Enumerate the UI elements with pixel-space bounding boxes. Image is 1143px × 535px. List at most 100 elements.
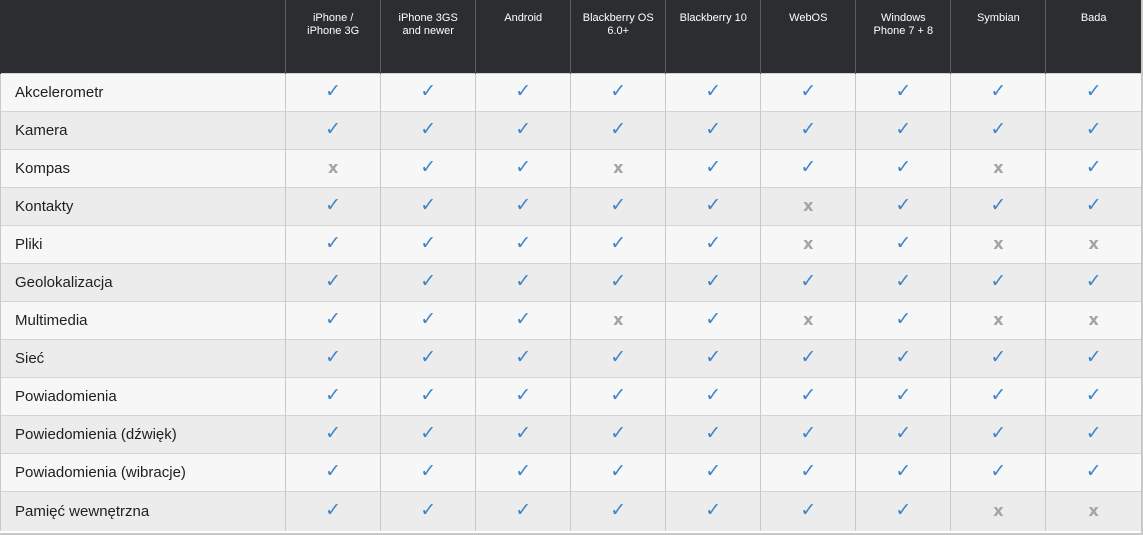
support-cell: ✓ xyxy=(760,262,856,301)
cross-icon: x xyxy=(993,500,1004,520)
checkmark-icon: ✓ xyxy=(990,422,1007,444)
checkmark-icon: ✓ xyxy=(325,499,342,521)
checkmark-icon: ✓ xyxy=(610,232,627,254)
checkmark-icon: ✓ xyxy=(610,270,627,292)
checkmark-icon: ✓ xyxy=(515,460,532,482)
column-header-blackberry-10: Blackberry 10 xyxy=(665,0,761,73)
support-cell: ✓ xyxy=(950,72,1046,111)
support-cell: ✓ xyxy=(475,224,571,263)
support-cell: ✓ xyxy=(570,452,666,491)
checkmark-icon: ✓ xyxy=(895,460,912,482)
cross-icon: x xyxy=(1088,233,1099,253)
checkmark-icon: ✓ xyxy=(705,232,722,254)
support-cell: ✓ xyxy=(665,300,761,339)
support-cell: ✓ xyxy=(760,490,856,531)
checkmark-icon: ✓ xyxy=(800,118,817,140)
checkmark-icon: ✓ xyxy=(420,346,437,368)
table-row: Kontakty ✓ ✓ ✓ ✓ ✓ x ✓ ✓ ✓ xyxy=(0,186,1141,225)
checkmark-icon: ✓ xyxy=(800,460,817,482)
table-row: Powiadomienia ✓ ✓ ✓ ✓ ✓ ✓ ✓ ✓ ✓ xyxy=(0,376,1141,415)
checkmark-icon: ✓ xyxy=(420,270,437,292)
support-cell: ✓ xyxy=(855,338,951,377)
column-header-iphone-iphone-3g: iPhone / iPhone 3G xyxy=(285,0,381,73)
table-row: Pamięć wewnętrzna ✓ ✓ ✓ ✓ ✓ ✓ ✓ x x xyxy=(0,490,1141,531)
support-cell: ✓ xyxy=(475,110,571,149)
support-cell: ✓ xyxy=(855,262,951,301)
support-cell: ✓ xyxy=(285,72,381,111)
support-cell: ✓ xyxy=(950,338,1046,377)
support-cell: ✓ xyxy=(475,414,571,453)
support-cell: ✓ xyxy=(380,224,476,263)
cross-icon: x xyxy=(327,157,339,177)
checkmark-icon: ✓ xyxy=(420,308,437,330)
column-header-webos: WebOS xyxy=(760,0,856,73)
support-cell: ✓ xyxy=(1045,110,1141,149)
support-cell: ✓ xyxy=(1045,186,1141,225)
support-cell: ✓ xyxy=(570,224,666,263)
support-cell: ✓ xyxy=(760,452,856,491)
checkmark-icon: ✓ xyxy=(705,118,722,140)
checkmark-icon: ✓ xyxy=(610,499,627,521)
checkmark-icon: ✓ xyxy=(610,460,627,482)
cross-icon: x xyxy=(993,157,1004,177)
support-cell: ✓ xyxy=(1045,338,1141,377)
support-cell: ✓ xyxy=(665,186,761,225)
support-cell: ✓ xyxy=(570,414,666,453)
table-row: Powiedomienia (dźwięk) ✓ ✓ ✓ ✓ ✓ ✓ ✓ ✓ ✓ xyxy=(0,414,1141,453)
column-header-iphone-3gs-and-newer: iPhone 3GS and newer xyxy=(380,0,476,73)
checkmark-icon: ✓ xyxy=(1085,80,1102,102)
support-cell: ✓ xyxy=(665,376,761,415)
header-corner-cell xyxy=(0,0,286,73)
support-cell: ✓ xyxy=(570,262,666,301)
cross-icon: x xyxy=(613,157,624,177)
checkmark-icon: ✓ xyxy=(420,194,437,216)
table-header: iPhone / iPhone 3G iPhone 3GS and newer An… xyxy=(0,0,1141,73)
support-cell: ✓ xyxy=(285,224,381,263)
checkmark-icon: ✓ xyxy=(800,422,817,444)
support-cell: ✓ xyxy=(1045,72,1141,111)
cross-icon: x xyxy=(613,309,624,329)
checkmark-icon: ✓ xyxy=(705,308,722,330)
support-cell: x xyxy=(1045,224,1141,263)
support-cell: ✓ xyxy=(570,376,666,415)
compatibility-table-container: iPhone / iPhone 3G iPhone 3GS and newer An… xyxy=(0,0,1143,535)
feature-label: Kamera xyxy=(0,110,286,149)
support-cell: ✓ xyxy=(950,376,1046,415)
support-cell: ✓ xyxy=(760,110,856,149)
checkmark-icon: ✓ xyxy=(325,460,342,482)
checkmark-icon: ✓ xyxy=(705,384,722,406)
checkmark-icon: ✓ xyxy=(325,80,342,102)
table-row: Geolokalizacja ✓ ✓ ✓ ✓ ✓ ✓ ✓ ✓ ✓ xyxy=(0,262,1141,301)
table-row: Pliki ✓ ✓ ✓ ✓ ✓ x ✓ x x xyxy=(0,224,1141,263)
support-cell: x xyxy=(760,300,856,339)
checkmark-icon: ✓ xyxy=(1085,460,1102,482)
support-cell: ✓ xyxy=(285,452,381,491)
feature-label: Multimedia xyxy=(0,300,286,339)
support-cell: ✓ xyxy=(855,110,951,149)
checkmark-icon: ✓ xyxy=(420,499,437,521)
checkmark-icon: ✓ xyxy=(895,194,912,216)
checkmark-icon: ✓ xyxy=(420,384,437,406)
support-cell: ✓ xyxy=(665,72,761,111)
feature-label: Powiedomienia (dźwięk) xyxy=(0,414,286,453)
checkmark-icon: ✓ xyxy=(515,232,532,254)
cross-icon: x xyxy=(803,195,814,215)
feature-label: Sieć xyxy=(0,338,286,377)
support-cell: ✓ xyxy=(380,338,476,377)
checkmark-icon: ✓ xyxy=(515,346,532,368)
support-cell: ✓ xyxy=(475,452,571,491)
checkmark-icon: ✓ xyxy=(705,346,722,368)
support-cell: ✓ xyxy=(760,376,856,415)
support-cell: ✓ xyxy=(285,186,381,225)
checkmark-icon: ✓ xyxy=(895,499,912,521)
support-cell: ✓ xyxy=(855,376,951,415)
table-body: Akcelerometr ✓ ✓ ✓ ✓ ✓ ✓ ✓ ✓ ✓ Kamera ✓ ✓ ✓ ✓ ✓ ✓ ✓ ✓ ✓ Komp… xyxy=(0,72,1141,531)
cross-icon: x xyxy=(803,233,814,253)
support-cell: ✓ xyxy=(1045,376,1141,415)
support-cell: ✓ xyxy=(950,262,1046,301)
checkmark-icon: ✓ xyxy=(325,346,342,368)
support-cell: ✓ xyxy=(475,262,571,301)
checkmark-icon: ✓ xyxy=(610,346,627,368)
checkmark-icon: ✓ xyxy=(420,80,437,102)
checkmark-icon: ✓ xyxy=(1085,384,1102,406)
